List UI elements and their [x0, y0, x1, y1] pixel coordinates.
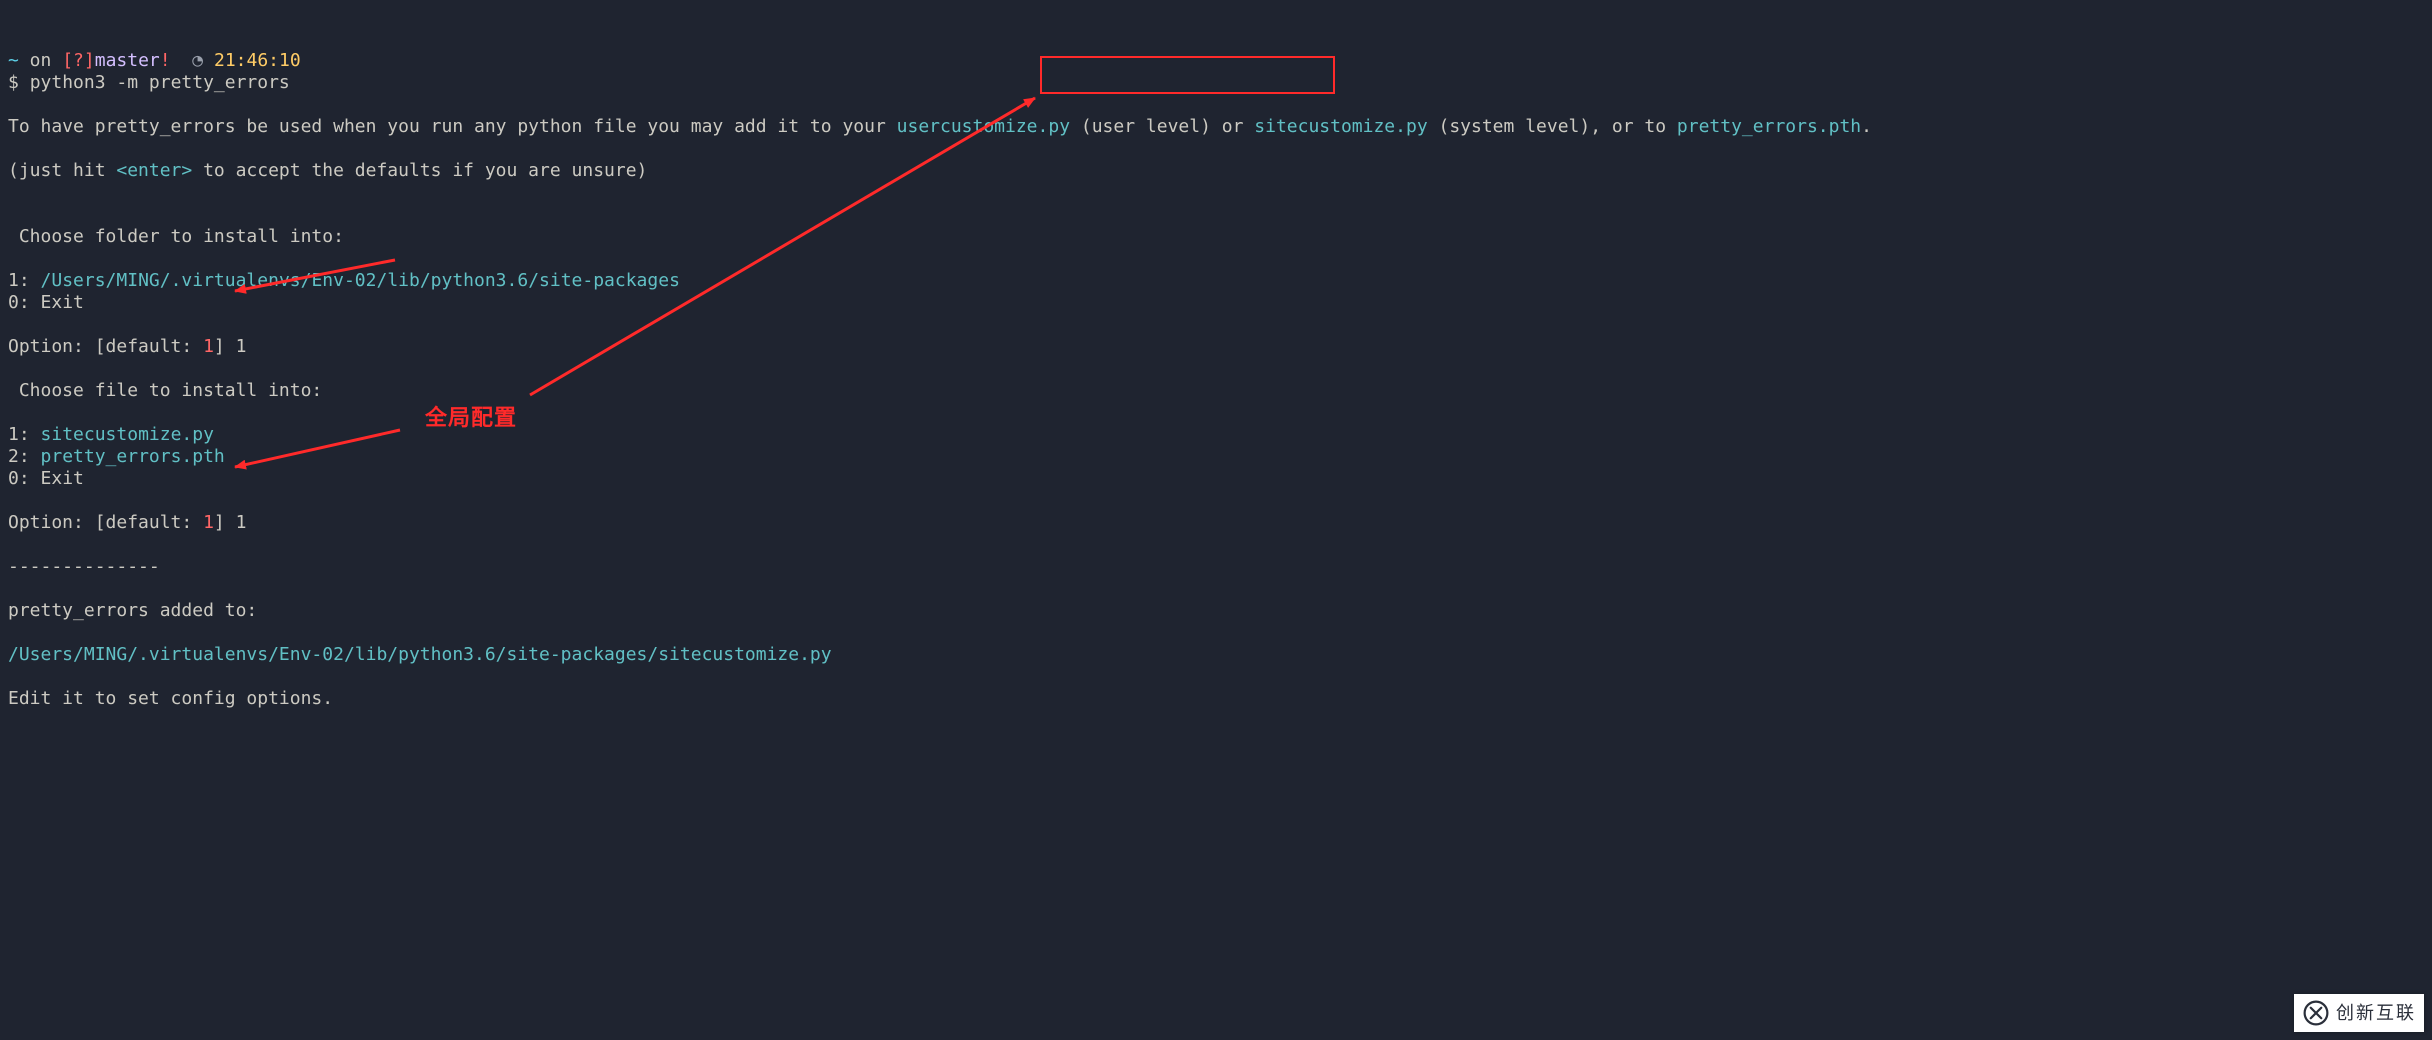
option-colon: : — [19, 292, 41, 313]
watermark-text: 创新互联 — [2336, 1002, 2416, 1024]
clock-icon: ◔ — [192, 50, 203, 71]
choose-file-title: Choose file to install into: — [8, 380, 322, 401]
info-text: To have pretty_errors be used when you r… — [8, 116, 897, 137]
prompt-tilde: ~ — [8, 50, 19, 71]
file-option-0: 0: Exit — [8, 468, 84, 489]
separator-dashes: -------------- — [8, 556, 160, 577]
prompt-on: on — [19, 50, 62, 71]
prompt-dollar: $ — [8, 72, 30, 93]
added-to-label: pretty_errors added to: — [8, 600, 257, 621]
option-default: 1 — [203, 512, 214, 533]
option-colon: : — [19, 270, 41, 291]
terminal-output: ~ on [?]master! ◔ 21:46:10 $ python3 -m … — [0, 0, 2432, 716]
info-line-1: To have pretty_errors be used when you r… — [8, 116, 1872, 137]
file-option-1: 1: sitecustomize.py — [8, 424, 214, 445]
file-name: sitecustomize.py — [41, 424, 214, 445]
folder-path: /Users/MING/.virtualenvs/Env-02/lib/pyth… — [41, 270, 680, 291]
prompt-space — [203, 50, 214, 71]
option-index: 0 — [8, 468, 19, 489]
exit-label: Exit — [41, 292, 84, 313]
prompt-sep — [171, 50, 193, 71]
installed-path: /Users/MING/.virtualenvs/Env-02/lib/pyth… — [8, 644, 832, 665]
option-colon: : — [19, 424, 41, 445]
prompt-line: ~ on [?]master! ◔ 21:46:10 — [8, 50, 301, 71]
prompt-question: ? — [73, 50, 84, 71]
option-prompt-1[interactable]: Option: [default: 1] 1 — [8, 336, 246, 357]
usercustomize-file: usercustomize.py — [897, 116, 1070, 137]
option-close: ] — [214, 512, 236, 533]
watermark-logo-icon — [2302, 999, 2330, 1027]
option-close: ] — [214, 336, 236, 357]
watermark: 创新互联 — [2294, 994, 2424, 1032]
option-label: Option: [default: — [8, 336, 203, 357]
pth-file: pretty_errors.pth — [1677, 116, 1861, 137]
option-colon: : — [19, 446, 41, 467]
option-prompt-2[interactable]: Option: [default: 1] 1 — [8, 512, 246, 533]
exit-label: Exit — [41, 468, 84, 489]
prompt-rbracket: ] — [84, 50, 95, 71]
prompt-lbracket: [ — [62, 50, 73, 71]
file-option-2: 2: pretty_errors.pth — [8, 446, 225, 467]
prompt-time: 21:46:10 — [214, 50, 301, 71]
command-text: python3 -m pretty_errors — [30, 72, 290, 93]
option-index: 0 — [8, 292, 19, 313]
info-text: to accept the defaults if you are unsure… — [192, 160, 647, 181]
info-line-2: (just hit <enter> to accept the defaults… — [8, 160, 647, 181]
info-text: . — [1861, 116, 1872, 137]
info-text: (system level), or to — [1428, 116, 1677, 137]
option-index: 1 — [8, 424, 19, 445]
info-text: (just hit — [8, 160, 116, 181]
folder-option-1: 1: /Users/MING/.virtualenvs/Env-02/lib/p… — [8, 270, 680, 291]
option-label: Option: [default: — [8, 512, 203, 533]
option-colon: : — [19, 468, 41, 489]
folder-option-0: 0: Exit — [8, 292, 84, 313]
edit-hint: Edit it to set config options. — [8, 688, 333, 709]
file-name: pretty_errors.pth — [41, 446, 225, 467]
sitecustomize-file: sitecustomize.py — [1254, 116, 1427, 137]
prompt-bang: ! — [160, 50, 171, 71]
info-text: (user level) or — [1070, 116, 1254, 137]
option-input-value: 1 — [236, 512, 247, 533]
enter-key: <enter> — [116, 160, 192, 181]
choose-folder-title: Choose folder to install into: — [8, 226, 344, 247]
option-index: 1 — [8, 270, 19, 291]
option-index: 2 — [8, 446, 19, 467]
command-line: $ python3 -m pretty_errors — [8, 72, 290, 93]
option-default: 1 — [203, 336, 214, 357]
prompt-branch: master — [95, 50, 160, 71]
option-input-value: 1 — [236, 336, 247, 357]
